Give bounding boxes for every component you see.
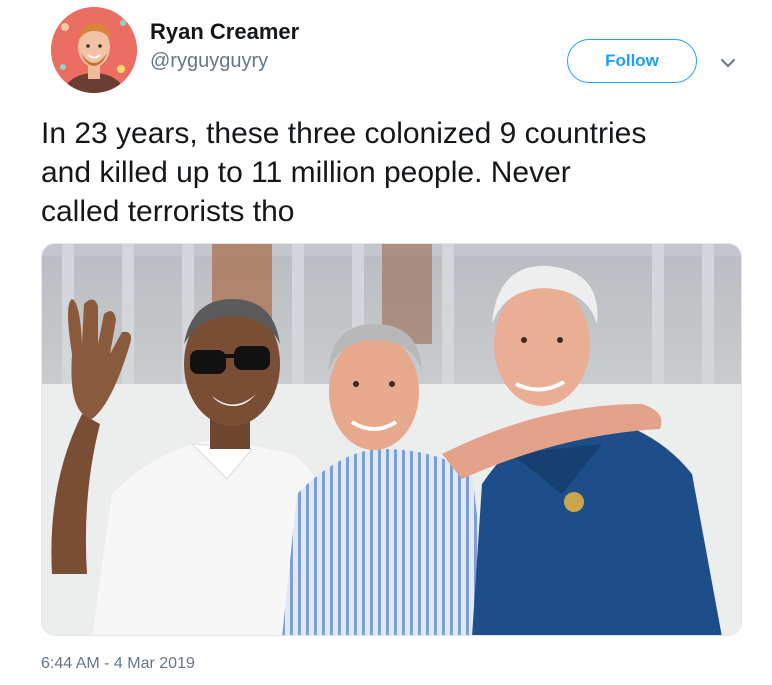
profile-avatar[interactable]	[51, 7, 137, 93]
tweet-header: Ryan Creamer @ryguyguyry Follow	[0, 0, 772, 110]
chevron-down-icon[interactable]	[718, 53, 738, 73]
author-display-name[interactable]: Ryan Creamer	[150, 18, 299, 46]
tweet-timestamp[interactable]: 6:44 AM - 4 Mar 2019	[41, 655, 195, 673]
photo-image	[42, 244, 741, 635]
tweet-photo[interactable]	[41, 243, 742, 636]
follow-button[interactable]: Follow	[567, 39, 697, 83]
tweet-text: In 23 years, these three colonized 9 cou…	[41, 117, 647, 228]
author-names: Ryan Creamer @ryguyguyry	[150, 18, 299, 74]
author-handle[interactable]: @ryguyguyry	[150, 48, 299, 74]
